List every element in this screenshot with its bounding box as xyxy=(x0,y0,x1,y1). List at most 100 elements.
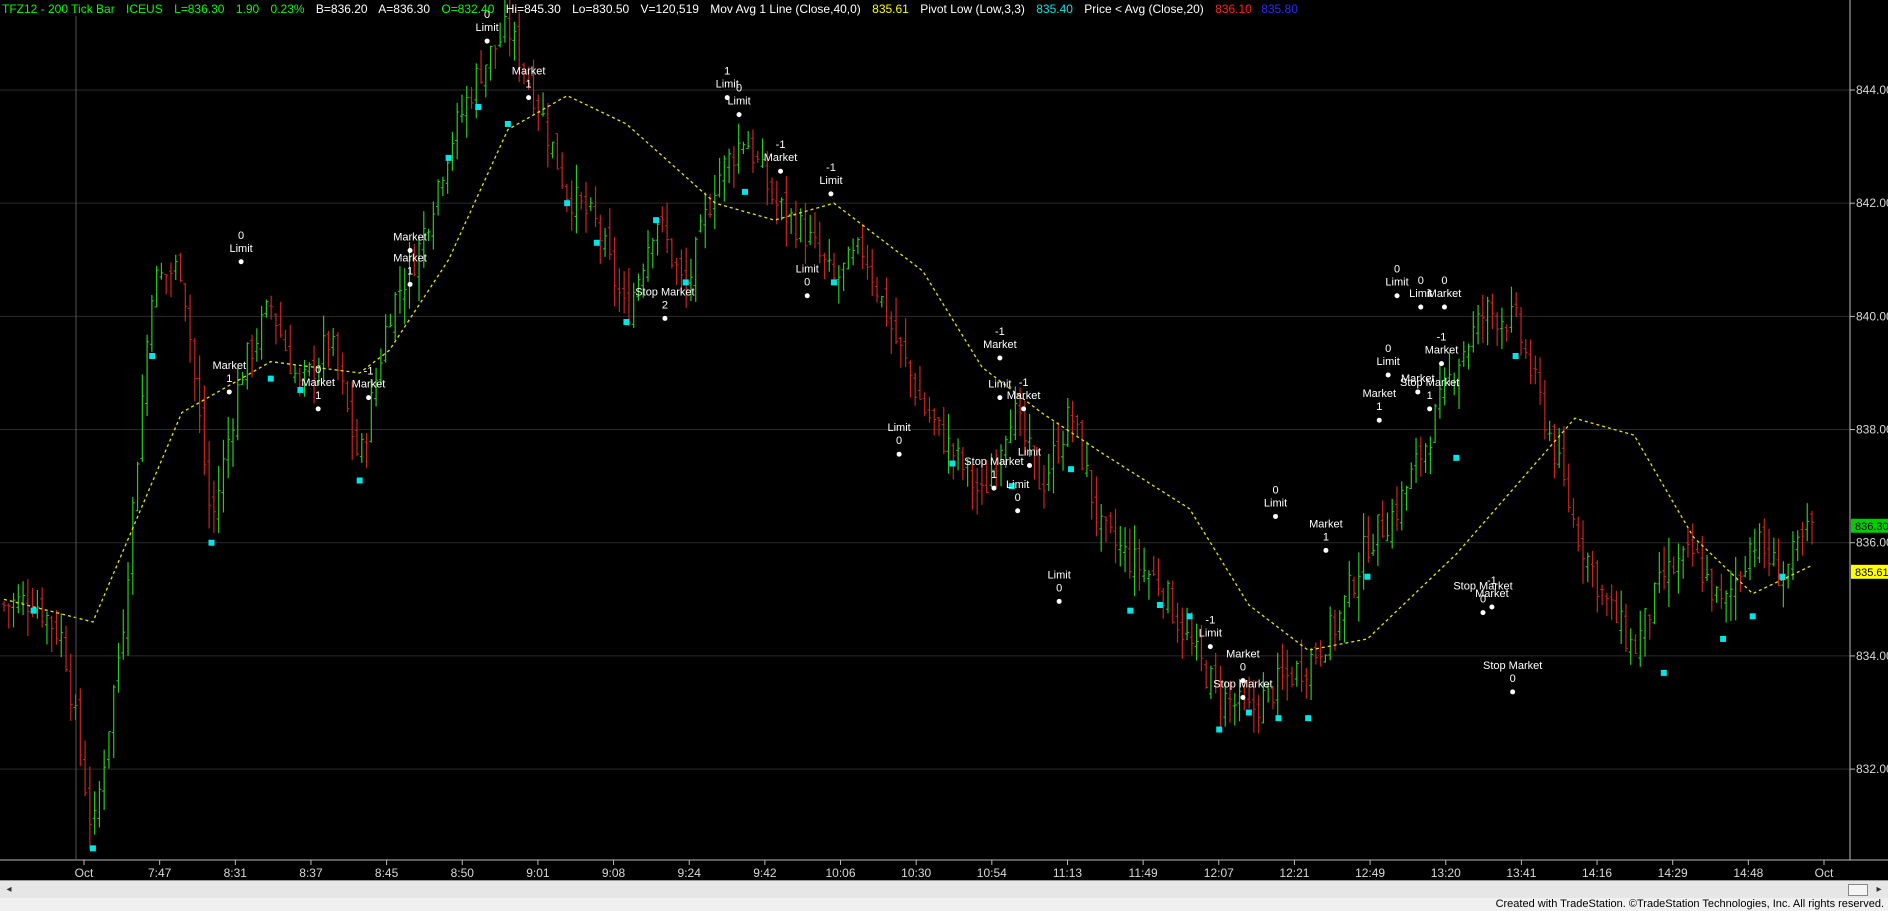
header-symbol: TFZ12 - 200 Tick Bar xyxy=(2,2,115,16)
price-tick-label: 842.00 xyxy=(1856,196,1888,210)
pivot-low-marker xyxy=(475,103,482,110)
time-tick-label: Oct xyxy=(1815,866,1834,880)
trade-marker xyxy=(804,293,810,299)
trade-annotation-label: -1 xyxy=(995,326,1005,338)
pivot-low-marker xyxy=(30,607,37,614)
price-chart[interactable]: 0LimitMarket10Market1-1MarketMarketMarke… xyxy=(0,0,1888,880)
trade-annotation-label: Market xyxy=(764,152,798,164)
trade-marker xyxy=(1385,372,1391,378)
header-study3-value2: 835.80 xyxy=(1261,2,1298,16)
horizontal-scrollbar[interactable]: ◂ ▸ xyxy=(0,880,1888,899)
header-ask: A=836.30 xyxy=(378,2,430,16)
pivot-low-marker xyxy=(1660,669,1667,676)
trade-annotation-label: Market xyxy=(983,339,1017,351)
trade-marker xyxy=(1207,644,1213,650)
pivot-low-marker xyxy=(593,239,600,246)
trade-annotation-label: 0 xyxy=(1240,662,1246,674)
trade-annotation-label: Market xyxy=(393,252,427,264)
trade-marker xyxy=(1376,417,1382,423)
trade-marker xyxy=(1480,610,1486,616)
pivot-low-marker xyxy=(1127,607,1134,614)
trade-annotation-label: 1 xyxy=(407,265,413,277)
trade-marker xyxy=(1489,604,1495,610)
trade-marker xyxy=(896,451,902,457)
trade-annotation-label: Market xyxy=(512,66,546,78)
pivot-low-marker xyxy=(1156,601,1163,608)
trade-annotation-label: Market xyxy=(1226,649,1260,661)
scroll-right-arrow-icon[interactable]: ▸ xyxy=(1872,883,1886,897)
trade-annotation-label: Limit xyxy=(1048,569,1071,581)
trade-marker xyxy=(238,259,244,265)
trade-marker xyxy=(366,395,372,401)
pivot-low-marker xyxy=(149,352,156,359)
trade-annotation-label: 0 xyxy=(1480,594,1486,606)
time-tick-label: 12:07 xyxy=(1204,866,1234,880)
pivot-low-marker xyxy=(445,154,452,161)
scroll-thumb[interactable] xyxy=(1848,884,1868,896)
trade-marker xyxy=(315,406,321,412)
trade-marker xyxy=(1441,304,1447,310)
trade-annotation-label: Market xyxy=(1309,518,1343,530)
pivot-low-marker xyxy=(1720,635,1727,642)
trade-marker xyxy=(1273,513,1279,519)
trade-annotation-label: 0 xyxy=(804,277,810,289)
time-tick-label: Oct xyxy=(75,866,94,880)
trade-marker xyxy=(226,389,232,395)
trade-annotation-label: Limit xyxy=(1385,277,1408,289)
trade-annotation-label: -1 xyxy=(1019,377,1029,389)
pivot-low-marker xyxy=(653,217,660,224)
trade-annotation-label: 0 xyxy=(238,230,244,242)
time-tick-label: 12:21 xyxy=(1279,866,1309,880)
time-tick-label: 8:37 xyxy=(299,866,323,880)
trade-annotation-label: 1 xyxy=(226,373,232,385)
trade-marker xyxy=(1056,598,1062,604)
header-study3-value1: 836.10 xyxy=(1215,2,1252,16)
chart-header: TFZ12 - 200 Tick Bar ICEUS L=836.30 1.90… xyxy=(2,2,1298,16)
time-tick-label: 8:31 xyxy=(224,866,248,880)
pivot-low-marker xyxy=(830,279,837,286)
time-tick-label: 10:54 xyxy=(977,866,1007,880)
pivot-low-marker xyxy=(1749,613,1756,620)
trade-annotation-label: -1 xyxy=(364,366,374,378)
scroll-left-arrow-icon[interactable]: ◂ xyxy=(2,883,16,897)
trade-annotation-label: 0 xyxy=(1418,275,1424,287)
trade-annotation-label: Stop Market xyxy=(1400,377,1459,389)
trade-annotation-label: Limit xyxy=(229,243,252,255)
trade-annotation-label: Stop Market xyxy=(635,286,694,298)
trade-annotation-label: Market xyxy=(393,231,427,243)
trade-annotation-label: Stop Market xyxy=(1483,660,1542,672)
pivot-low-marker xyxy=(682,279,689,286)
trade-annotation-label: 1 xyxy=(315,390,321,402)
header-bid: B=836.20 xyxy=(316,2,368,16)
trade-annotation-label: Market xyxy=(352,379,386,391)
trade-annotation-label: Limit xyxy=(1006,479,1029,491)
trade-annotation-label: Limit xyxy=(727,96,750,108)
copyright-text: Created with TradeStation. ©TradeStation… xyxy=(1495,898,1884,910)
header-study1-value: 835.61 xyxy=(872,2,909,16)
trade-annotation-label: Market xyxy=(212,360,246,372)
trade-annotation-label: Limit xyxy=(1018,447,1041,459)
trade-annotation-label: Market xyxy=(301,377,335,389)
header-low: Lo=830.50 xyxy=(572,2,629,16)
trade-annotation-label: -1 xyxy=(1437,332,1447,344)
pivot-low-marker xyxy=(356,477,363,484)
trade-annotation-label: 0 xyxy=(1510,673,1516,685)
time-tick-label: 14:48 xyxy=(1733,866,1763,880)
price-tick-label: 840.00 xyxy=(1856,309,1888,323)
trade-marker xyxy=(997,395,1003,401)
pivot-low-marker xyxy=(1453,454,1460,461)
trade-marker xyxy=(991,485,997,491)
trade-marker xyxy=(1015,508,1021,514)
trade-marker xyxy=(484,38,490,44)
trade-annotation-label: 0 xyxy=(896,435,902,447)
trade-annotation-label: 0 xyxy=(315,364,321,376)
pivot-low-marker xyxy=(1512,352,1519,359)
price-tick-label: 834.00 xyxy=(1856,649,1888,663)
trade-annotation-label: 0 xyxy=(1272,484,1278,496)
trade-marker xyxy=(1027,463,1033,469)
trade-annotation-label: Market xyxy=(1362,388,1396,400)
trade-annotation-label: Stop Market xyxy=(1213,679,1272,691)
price-tick-label: 838.00 xyxy=(1856,423,1888,437)
trade-annotation-label: Limit xyxy=(887,422,910,434)
pivot-low-marker xyxy=(741,188,748,195)
